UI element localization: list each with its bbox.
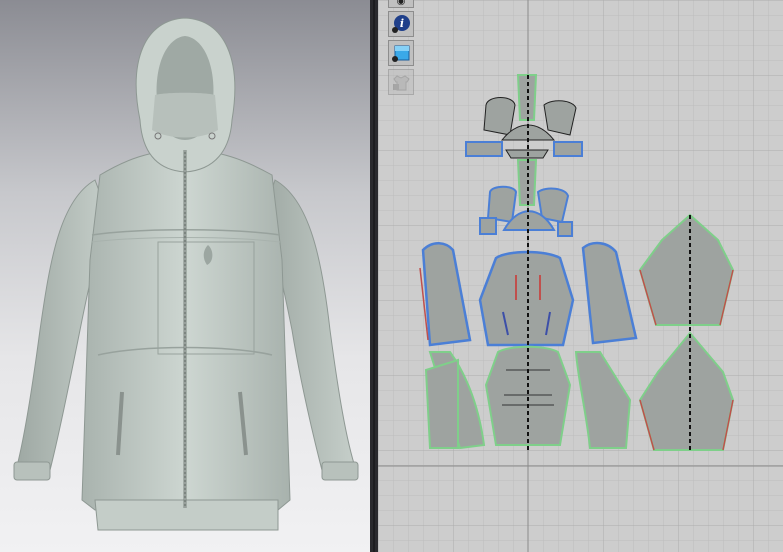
panel-divider[interactable] (370, 0, 378, 552)
pattern-piece-front-upper[interactable] (478, 250, 575, 347)
pattern-piece-hood-right[interactable] (543, 100, 577, 136)
pattern-piece-front-lower[interactable] (484, 345, 572, 446)
pattern-piece-back-upper[interactable] (638, 213, 735, 326)
2d-pattern-viewport[interactable]: ◉ i (378, 0, 783, 552)
locked-garment-icon (393, 75, 410, 91)
toolbar-locked-garment-button[interactable] (388, 69, 414, 95)
pattern-piece-right-side-lower[interactable] (574, 351, 632, 449)
eye-icon: ◉ (396, 0, 406, 7)
pattern-piece-back-lower[interactable] (638, 331, 735, 451)
info-icon: i (392, 15, 410, 33)
toolbar-info-button[interactable]: i (388, 11, 414, 37)
toolbar-eye-button[interactable]: ◉ (388, 0, 414, 8)
svg-text:i: i (400, 17, 404, 30)
pattern-piece-left-side-lower[interactable] (424, 351, 486, 450)
pattern-piece-yoke[interactable] (479, 159, 573, 237)
pattern-piece-right-sleeve[interactable] (581, 241, 638, 345)
3d-garment-render (13, 17, 359, 531)
pattern-toolbar: ◉ i (388, 0, 416, 98)
3d-viewport[interactable] (0, 0, 370, 552)
pattern-piece-hood-left[interactable] (483, 97, 516, 136)
toolbar-texture-button[interactable] (388, 40, 414, 66)
pattern-piece-left-sleeve[interactable] (419, 242, 472, 347)
texture-icon (392, 45, 410, 62)
pattern-pieces (419, 74, 735, 451)
